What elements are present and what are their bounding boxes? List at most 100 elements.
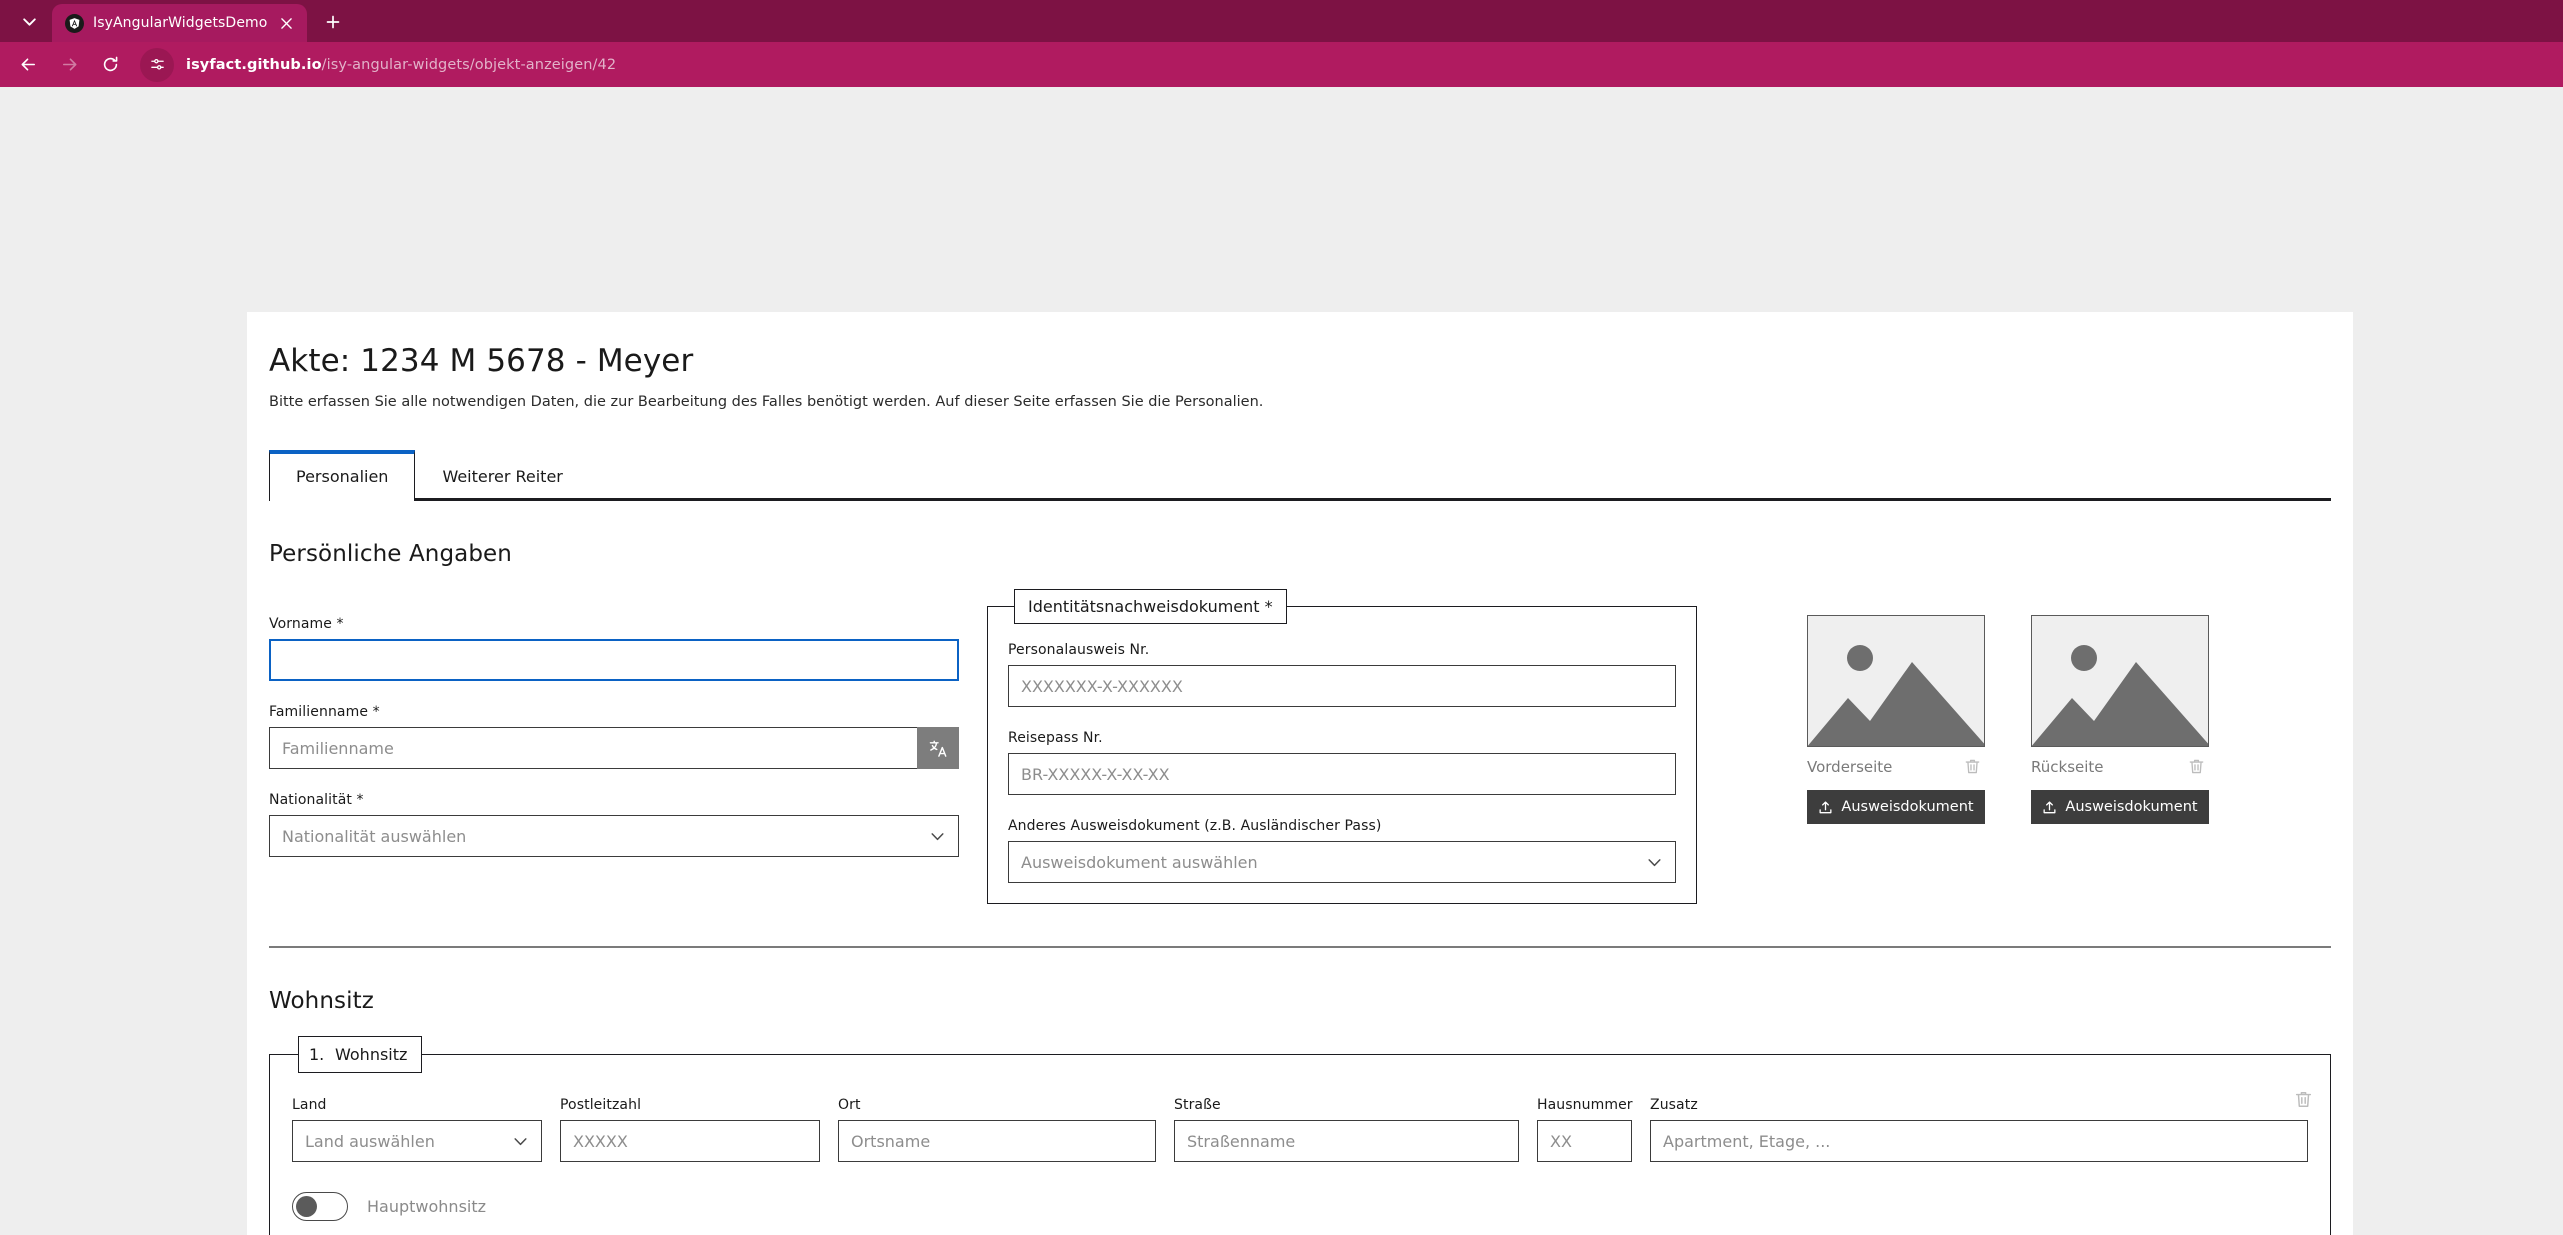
site-settings-icon[interactable]: [140, 47, 174, 82]
tab-personalien[interactable]: Personalien: [269, 450, 416, 502]
hauptwohnsitz-row: Hauptwohnsitz: [292, 1192, 2308, 1222]
transliteration-button[interactable]: [917, 727, 959, 770]
tab-bar: Personalien Weiterer Reiter: [269, 450, 2331, 502]
field-anderes-ausweisdokument: Anderes Ausweisdokument (z.B. Ausländisc…: [1008, 818, 1676, 884]
page-viewport: Akte: 1234 M 5678 - Meyer Bitte erfassen…: [0, 87, 2563, 1235]
url-host: isyfact.github.io: [186, 56, 322, 73]
browser-toolbar: isyfact.github.io/isy-angular-widgets/ob…: [0, 42, 2563, 87]
reisepass-input[interactable]: [1008, 753, 1676, 796]
address-bar[interactable]: isyfact.github.io/isy-angular-widgets/ob…: [140, 47, 2553, 82]
hausnummer-input[interactable]: [1537, 1120, 1632, 1163]
page-subtitle: Bitte erfassen Sie alle notwendigen Date…: [269, 393, 1264, 410]
angular-icon: [65, 13, 84, 33]
tab-search-button[interactable]: [6, 3, 52, 39]
address-row: Land Land auswählen Postleitzahl XXXXX O…: [292, 1097, 2308, 1163]
label-reisepass: Reisepass Nr.: [1008, 730, 1103, 747]
hauptwohnsitz-label: Hauptwohnsitz: [367, 1197, 487, 1217]
reload-icon: [103, 56, 117, 72]
chevron-down-icon: [514, 1138, 527, 1146]
label-ort: Ort: [838, 1097, 861, 1114]
label-hausnummer: Hausnummer: [1537, 1097, 1633, 1114]
reload-button[interactable]: [92, 47, 128, 83]
upload-back-label: Ausweisdokument: [2065, 799, 2198, 816]
document-upload-column: Vorderseite Ausweisdokument Rückseite Au…: [1697, 589, 2331, 825]
section-title-residence: Wohnsitz: [269, 988, 374, 1015]
document-back-caption: Rückseite: [2031, 757, 2104, 776]
land-select[interactable]: Land auswählen: [292, 1120, 542, 1163]
identity-legend: Identitätsnachweisdokument *: [1014, 589, 1287, 625]
postleitzahl-input[interactable]: [560, 1120, 820, 1163]
anderes-ausweisdokument-select[interactable]: Ausweisdokument auswählen: [1008, 841, 1676, 884]
upload-icon: [2043, 800, 2056, 813]
field-strasse: Straße: [1174, 1097, 1519, 1163]
field-land: Land Land auswählen: [292, 1097, 542, 1163]
label-strasse: Straße: [1174, 1097, 1221, 1114]
anderes-ausweisdokument-selected-value: Ausweisdokument auswählen: [1021, 852, 1258, 872]
personal-form-row: Vorname * Familienname * Familienname Na…: [269, 589, 2331, 905]
field-nationalitaet: Nationalität * Nationalität auswählen: [269, 792, 959, 858]
ort-input[interactable]: [838, 1120, 1156, 1163]
tab-weiterer-reiter[interactable]: Weiterer Reiter: [415, 453, 590, 499]
identity-column: Identitätsnachweisdokument * Personalaus…: [987, 589, 1697, 905]
field-ort: Ort: [838, 1097, 1156, 1163]
label-zusatz: Zusatz: [1650, 1097, 1698, 1114]
residence-fieldset: 1. Wohnsitz Land Land auswählen Postleit…: [269, 1036, 2331, 1235]
document-back: Rückseite Ausweisdokument: [2031, 615, 2209, 825]
hauptwohnsitz-toggle[interactable]: [292, 1192, 348, 1222]
zusatz-input[interactable]: [1650, 1120, 2308, 1163]
trash-icon[interactable]: [2187, 757, 2206, 776]
personalausweis-input[interactable]: [1008, 665, 1676, 708]
residence-legend-number: 1.: [309, 1045, 325, 1065]
forward-button[interactable]: [51, 47, 87, 83]
nationalitaet-selected-value: Nationalität auswählen: [282, 826, 467, 846]
browser-tabstrip: IsyAngularWidgetsDemo: [0, 0, 2563, 42]
familienname-input[interactable]: [269, 727, 917, 770]
back-button[interactable]: [10, 47, 46, 83]
nationalitaet-select[interactable]: Nationalität auswählen: [269, 815, 959, 858]
chevron-down-icon: [931, 833, 944, 841]
content-card: Akte: 1234 M 5678 - Meyer Bitte erfassen…: [247, 312, 2353, 1235]
document-front: Vorderseite Ausweisdokument: [1807, 615, 1985, 825]
browser-window: IsyAngularWidgetsDemo isyfact.github.io/…: [0, 0, 2563, 1235]
translate-icon: [929, 740, 946, 757]
plus-icon: [327, 15, 340, 29]
upload-back-button[interactable]: Ausweisdokument: [2031, 790, 2209, 825]
trash-icon[interactable]: [1963, 757, 1982, 776]
field-familienname: Familienname *: [269, 704, 959, 770]
label-personalausweis: Personalausweis Nr.: [1008, 642, 1150, 659]
label-land: Land: [292, 1097, 327, 1114]
label-familienname: Familienname *: [269, 704, 380, 721]
arrow-right-icon: [62, 58, 76, 71]
image-placeholder-icon: [2031, 615, 2209, 748]
upload-front-button[interactable]: Ausweisdokument: [1807, 790, 1985, 825]
chevron-down-icon: [1648, 859, 1661, 867]
field-zusatz: Zusatz: [1650, 1097, 2308, 1163]
vorname-input[interactable]: [269, 639, 959, 682]
new-tab-button[interactable]: [316, 5, 350, 39]
section-divider: [269, 946, 2331, 949]
field-personalausweis: Personalausweis Nr.: [1008, 642, 1676, 708]
residence-legend-label: Wohnsitz: [335, 1045, 408, 1065]
url-path: /isy-angular-widgets/objekt-anzeigen/42: [321, 56, 617, 73]
identity-fieldset: Identitätsnachweisdokument * Personalaus…: [987, 589, 1697, 905]
label-vorname: Vorname *: [269, 616, 344, 633]
arrow-left-icon: [21, 58, 35, 71]
upload-front-label: Ausweisdokument: [1841, 799, 1974, 816]
residence-legend: 1. Wohnsitz: [298, 1036, 423, 1074]
page-title: Akte: 1234 M 5678 - Meyer: [269, 343, 694, 379]
field-vorname: Vorname *: [269, 616, 959, 682]
chevron-down-icon: [22, 17, 36, 26]
toggle-knob: [296, 1195, 317, 1217]
browser-tab-active[interactable]: IsyAngularWidgetsDemo: [52, 4, 308, 42]
trash-icon[interactable]: [2293, 1089, 2314, 1110]
label-anderes-ausweisdokument: Anderes Ausweisdokument (z.B. Ausländisc…: [1008, 818, 1382, 835]
field-hausnummer: Hausnummer: [1537, 1097, 1633, 1163]
image-placeholder-icon: [1807, 615, 1985, 748]
strasse-input[interactable]: [1174, 1120, 1519, 1163]
land-selected-value: Land auswählen: [305, 1131, 435, 1151]
field-reisepass: Reisepass Nr.: [1008, 730, 1676, 796]
close-icon[interactable]: [276, 13, 297, 34]
personal-left-column: Vorname * Familienname * Familienname Na…: [269, 589, 959, 858]
browser-tab-title: IsyAngularWidgetsDemo: [93, 15, 268, 31]
upload-icon: [1819, 800, 1832, 813]
